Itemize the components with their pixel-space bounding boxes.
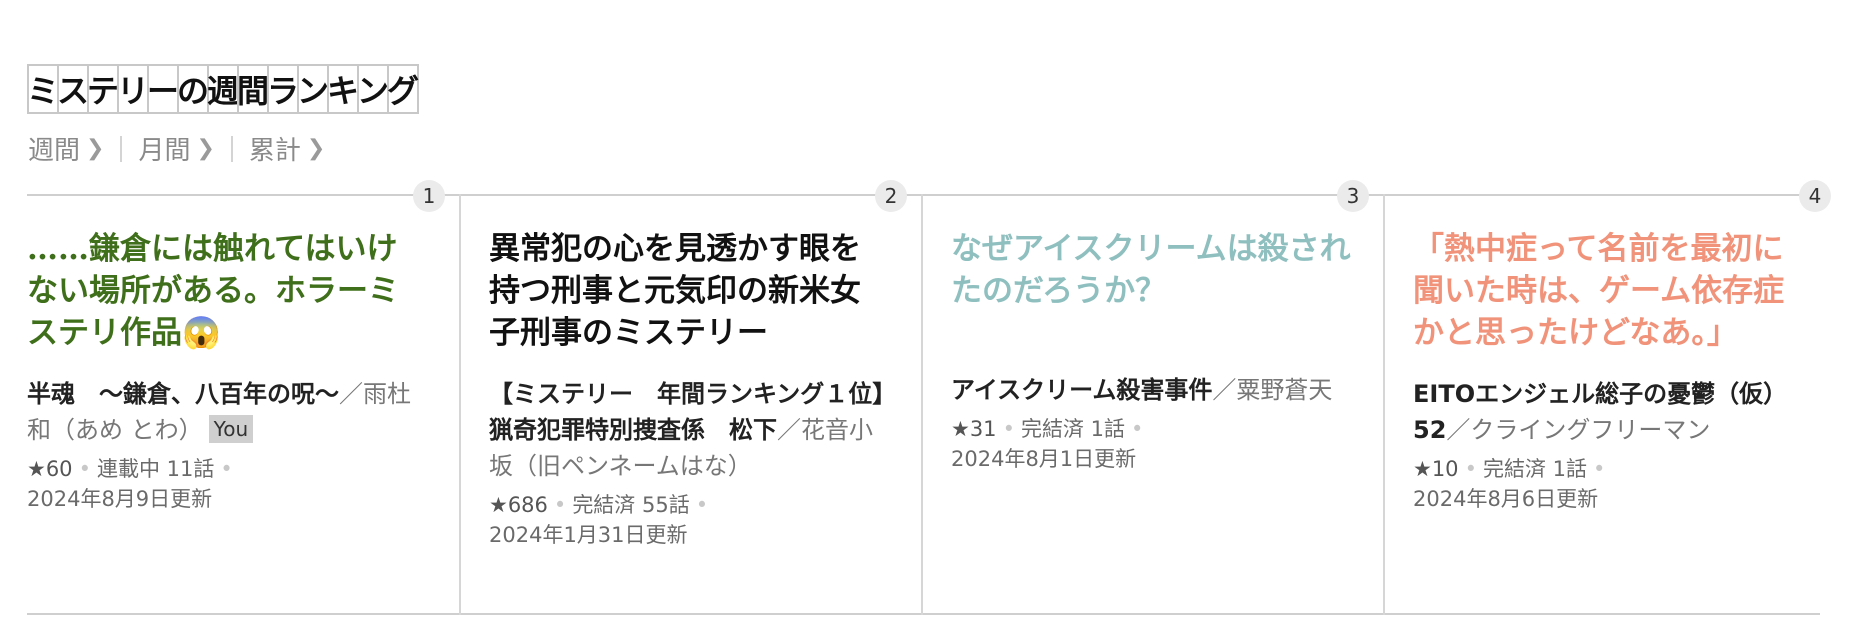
serial-status: 完結済 55話: [572, 493, 690, 517]
dot-separator: •: [1131, 417, 1144, 441]
rank-badge: 4: [1799, 180, 1831, 212]
title-char: ン: [297, 64, 329, 114]
title-char: ス: [57, 64, 89, 114]
tab-monthly[interactable]: 月間 ❯: [138, 130, 214, 167]
catchphrase: 「熱中症って名前を最初に聞いた時は、ゲーム依存症かと思ったけどなあ。」: [1413, 231, 1785, 351]
title-char: リ: [117, 64, 149, 114]
tab-total[interactable]: 累計 ❯: [249, 130, 325, 167]
tab-weekly-label: 週間: [28, 136, 81, 166]
work-meta: ★60 • 連載中 11話 • 2024年8月9日更新: [27, 454, 427, 514]
title-char: ミ: [27, 64, 59, 114]
title-char: ラ: [267, 64, 299, 114]
work-title-block: 【ミステリー 年間ランキング１位】猟奇犯罪特別捜査係 松下／花音小坂（旧ペンネー…: [489, 376, 889, 484]
chevron-right-icon: ❯: [306, 136, 326, 161]
work-title-block: EITOエンジェル総子の憂鬱（仮）52／クライングフリーマン: [1413, 376, 1813, 448]
tab-weekly[interactable]: 週間 ❯: [28, 130, 104, 167]
updated-date: 2024年8月9日更新: [27, 487, 213, 511]
work-meta: ★31 • 完結済 1話 • 2024年8月1日更新: [951, 414, 1351, 474]
author-name[interactable]: ／クライングフリーマン: [1446, 416, 1710, 444]
you-badge: You: [208, 415, 254, 443]
ranking-card[interactable]: ……鎌倉には触れてはいけない場所がある。ホラーミステリ作品😱 半魂 〜鎌倉、八百…: [27, 228, 427, 514]
work-title[interactable]: アイスクリーム殺害事件: [951, 376, 1212, 404]
tab-total-label: 累計: [248, 136, 301, 166]
title-char: キ: [327, 64, 359, 114]
star-count: ★10: [1413, 457, 1459, 481]
title-char: ン: [357, 64, 389, 114]
column-divider: [921, 194, 923, 615]
catchphrase: 異常犯の心を見透かす眼を持つ刑事と元気印の新米女子刑事のミステリー: [489, 231, 861, 351]
serial-status: 完結済 1話: [1482, 457, 1587, 481]
dot-separator: •: [1593, 457, 1606, 481]
serial-status: 完結済 1話: [1020, 417, 1125, 441]
ranking-card[interactable]: 「熱中症って名前を最初に聞いた時は、ゲーム依存症かと思ったけどなあ。」 EITO…: [1413, 228, 1813, 514]
title-char: ー: [147, 64, 179, 114]
ranking-top-divider: [27, 194, 1820, 196]
ranking-card[interactable]: なぜアイスクリームは殺されたのだろうか？ アイスクリーム殺害事件／粟野蒼天 ★3…: [951, 228, 1351, 474]
title-char: の: [177, 64, 209, 114]
title-char: テ: [87, 64, 119, 114]
tab-monthly-label: 月間: [138, 136, 191, 166]
page-title: ミ ス テ リ ー の 週 間 ラ ン キ ン グ: [27, 64, 419, 114]
dot-separator: •: [553, 493, 567, 517]
author-name[interactable]: ／粟野蒼天: [1212, 376, 1332, 404]
work-title-block: アイスクリーム殺害事件／粟野蒼天: [951, 372, 1351, 408]
dot-separator: •: [78, 457, 91, 481]
title-char: 週: [207, 64, 239, 114]
star-count: ★60: [27, 457, 73, 481]
updated-date: 2024年8月1日更新: [951, 447, 1137, 471]
title-char: 間: [237, 64, 269, 114]
dot-separator: •: [1464, 457, 1477, 481]
work-meta: ★686 • 完結済 55話 • 2024年1月31日更新: [489, 490, 889, 550]
dot-separator: •: [220, 457, 233, 481]
tab-divider: [230, 135, 233, 162]
catchphrase: なぜアイスクリームは殺されたのだろうか？: [951, 231, 1351, 309]
updated-date: 2024年8月6日更新: [1413, 487, 1599, 511]
chevron-right-icon: ❯: [196, 136, 215, 161]
ranking-bottom-divider: [27, 613, 1820, 615]
star-count: ★31: [951, 417, 997, 441]
dot-separator: •: [1002, 417, 1015, 441]
title-char: グ: [387, 64, 419, 114]
ranking-card[interactable]: 異常犯の心を見透かす眼を持つ刑事と元気印の新米女子刑事のミステリー 【ミステリー…: [489, 228, 889, 550]
ranking-list: 1 2 3 4 ……鎌倉には触れてはいけない場所がある。ホラーミステリ作品😱 半…: [27, 180, 1831, 620]
serial-status: 連載中 11話: [96, 457, 215, 481]
catchphrase: ……鎌倉には触れてはいけない場所がある。ホラーミステリ作品😱: [27, 231, 399, 351]
rank-badge: 2: [875, 180, 907, 212]
dot-separator: •: [695, 493, 709, 517]
chevron-right-icon: ❯: [86, 136, 105, 161]
star-count: ★686: [489, 493, 548, 517]
work-title-block: 半魂 〜鎌倉、八百年の呪〜／雨杜和（あめ とわ） You: [27, 376, 427, 448]
rank-badge: 1: [413, 180, 445, 212]
tab-divider: [120, 135, 123, 162]
column-divider: [459, 194, 461, 615]
work-meta: ★10 • 完結済 1話 • 2024年8月6日更新: [1413, 454, 1813, 514]
work-title[interactable]: 半魂 〜鎌倉、八百年の呪〜: [27, 380, 339, 408]
updated-date: 2024年1月31日更新: [489, 523, 688, 547]
period-tabs: 週間 ❯ 月間 ❯ 累計 ❯: [28, 130, 325, 167]
rank-badge: 3: [1337, 180, 1369, 212]
column-divider: [1383, 194, 1385, 615]
